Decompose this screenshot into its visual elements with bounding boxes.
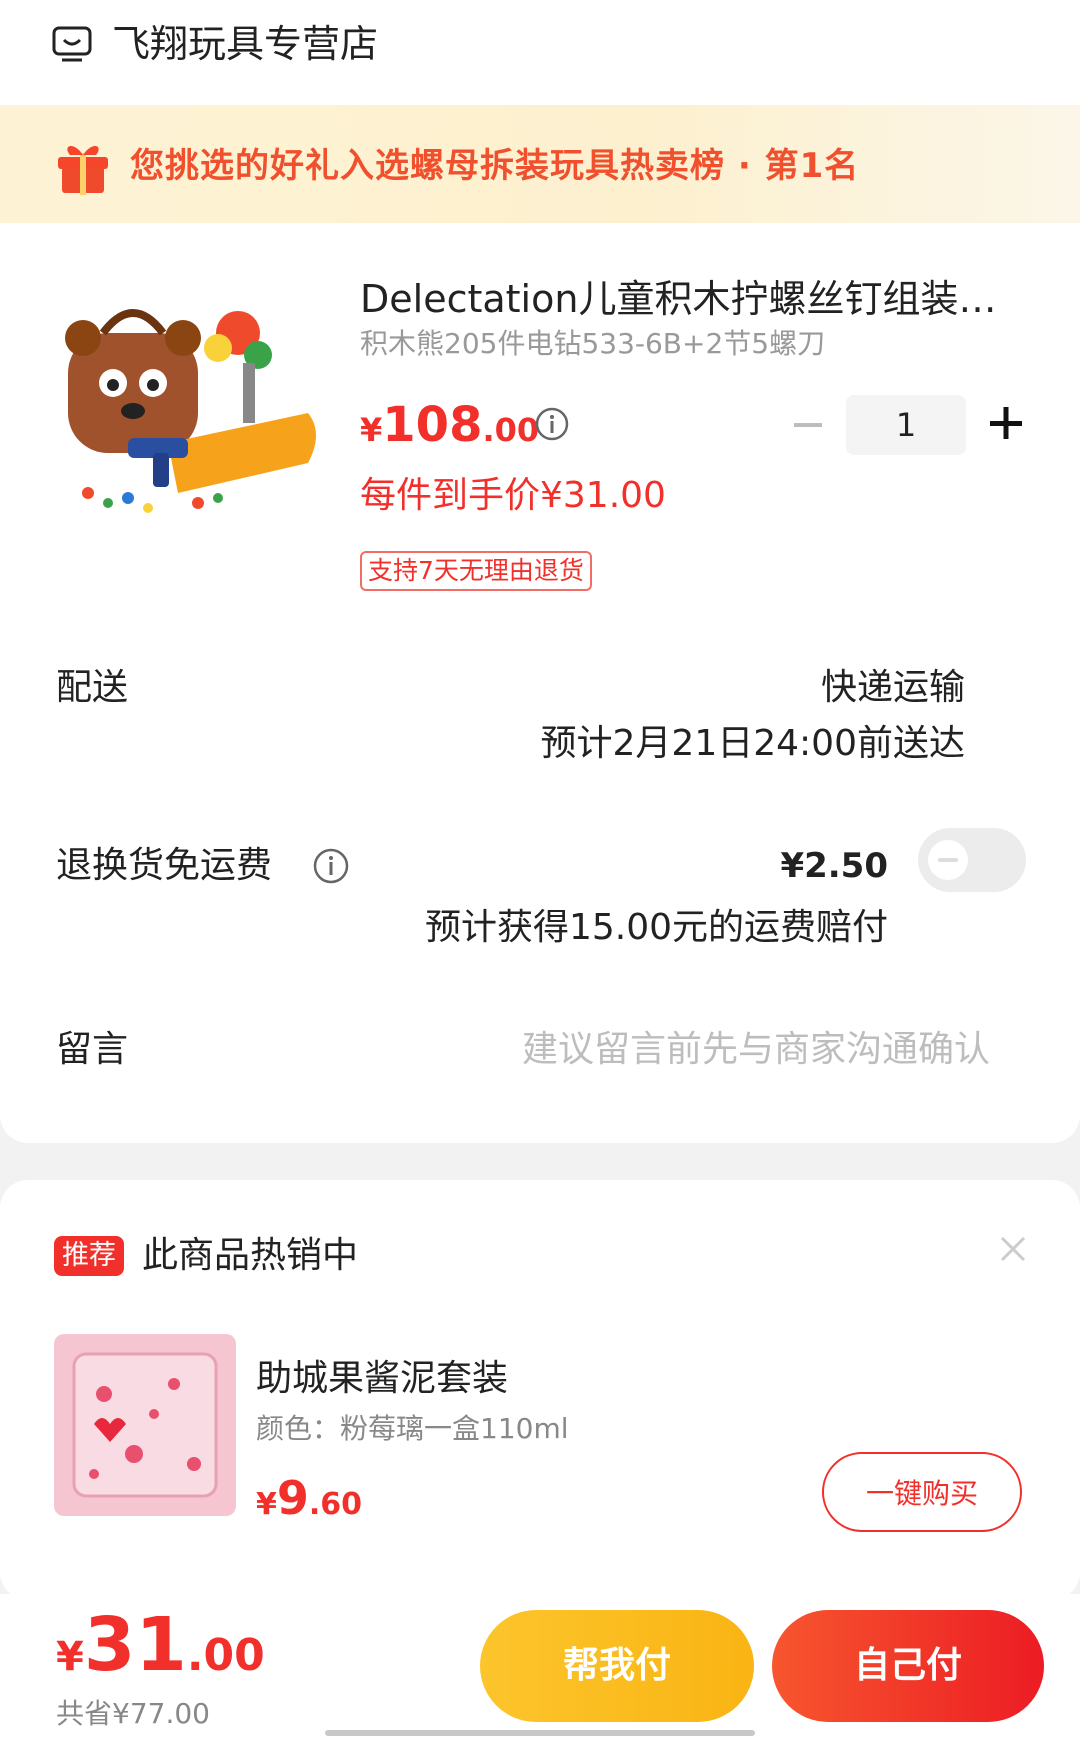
message-input[interactable]: 建议留言前先与商家沟通确认 bbox=[522, 1025, 990, 1075]
help-pay-button[interactable]: 帮我付 bbox=[480, 1610, 754, 1722]
price-integer: 108 bbox=[382, 397, 483, 453]
product-title[interactable]: Delectation儿童积木拧螺丝钉组装拆装玩具 bbox=[360, 273, 1010, 325]
delivery-label: 配送 bbox=[56, 667, 129, 708]
price-decimal: .00 bbox=[482, 411, 540, 449]
close-icon[interactable] bbox=[998, 1234, 1028, 1264]
price-integer: 9 bbox=[276, 1471, 309, 1525]
recommend-title: 此商品热销中 bbox=[142, 1235, 359, 1276]
price-integer: 31 bbox=[83, 1602, 187, 1688]
gift-icon bbox=[58, 145, 108, 195]
one-click-buy-button[interactable]: 一键购买 bbox=[822, 1452, 1022, 1532]
store-icon bbox=[52, 26, 92, 62]
ranking-banner: 您挑选的好礼入选螺母拆装玩具热卖榜 · 第1名 bbox=[0, 105, 1080, 223]
recommend-product-name[interactable]: 助城果酱泥套装 bbox=[256, 1354, 508, 1404]
message-label: 留言 bbox=[56, 1029, 129, 1070]
recommend-badge: 推荐 bbox=[54, 1236, 124, 1276]
refund-shipping-label: 退换货免运费 bbox=[56, 845, 273, 886]
return-policy-badge: 支持7天无理由退货 bbox=[360, 551, 592, 591]
banner-text: 您挑选的好礼入选螺母拆装玩具热卖榜 · 第1名 bbox=[130, 146, 860, 186]
price-currency: ¥ bbox=[56, 1634, 84, 1680]
quantity-input[interactable]: 1 bbox=[846, 395, 966, 455]
savings-text: 共省¥77.00 bbox=[56, 1697, 210, 1730]
delivery-eta: 预计2月21日24:00前送达 bbox=[540, 723, 965, 764]
toggle-knob bbox=[928, 840, 968, 880]
info-icon[interactable] bbox=[535, 407, 569, 441]
recommend-product-price: ¥9.60 bbox=[256, 1470, 362, 1537]
quantity-plus-button[interactable] bbox=[986, 403, 1026, 443]
recommendation-card: 推荐 此商品热销中 助城果酱泥套装 颜色：粉莓璃一盒110ml ¥9.60 一键… bbox=[0, 1180, 1080, 1600]
self-pay-button[interactable]: 自己付 bbox=[772, 1610, 1044, 1722]
recommend-product-variant: 颜色：粉莓璃一盒110ml bbox=[256, 1412, 569, 1445]
price-decimal: .60 bbox=[308, 1487, 363, 1522]
product-price: ¥108.00 bbox=[360, 395, 539, 466]
quantity-minus-button[interactable] bbox=[790, 407, 826, 443]
product-variant[interactable]: 积木熊205件电钻533-6B+2节5螺刀 bbox=[360, 323, 825, 365]
price-currency: ¥ bbox=[256, 1487, 277, 1522]
checkout-bar: ¥31.00 共省¥77.00 帮我付 自己付 bbox=[0, 1594, 1080, 1740]
home-indicator bbox=[325, 1730, 755, 1736]
unit-price: 每件到手价¥31.00 bbox=[360, 475, 666, 516]
recommend-product-image[interactable] bbox=[54, 1334, 236, 1516]
product-image[interactable] bbox=[58, 293, 324, 528]
refund-shipping-toggle[interactable] bbox=[918, 828, 1026, 892]
price-decimal: .00 bbox=[186, 1630, 265, 1681]
order-card: Delectation儿童积木拧螺丝钉组装拆装玩具 积木熊205件电钻533-6… bbox=[0, 223, 1080, 1143]
info-icon[interactable] bbox=[312, 847, 350, 885]
store-name[interactable]: 飞翔玩具专营店 bbox=[112, 18, 378, 70]
store-header: 飞翔玩具专营店 bbox=[0, 0, 1080, 105]
price-currency: ¥ bbox=[360, 411, 383, 449]
delivery-method[interactable]: 快递运输 bbox=[821, 663, 965, 713]
refund-shipping-price: ¥2.50 bbox=[780, 846, 888, 886]
refund-shipping-note: 预计获得15.00元的运费赔付 bbox=[424, 907, 888, 948]
